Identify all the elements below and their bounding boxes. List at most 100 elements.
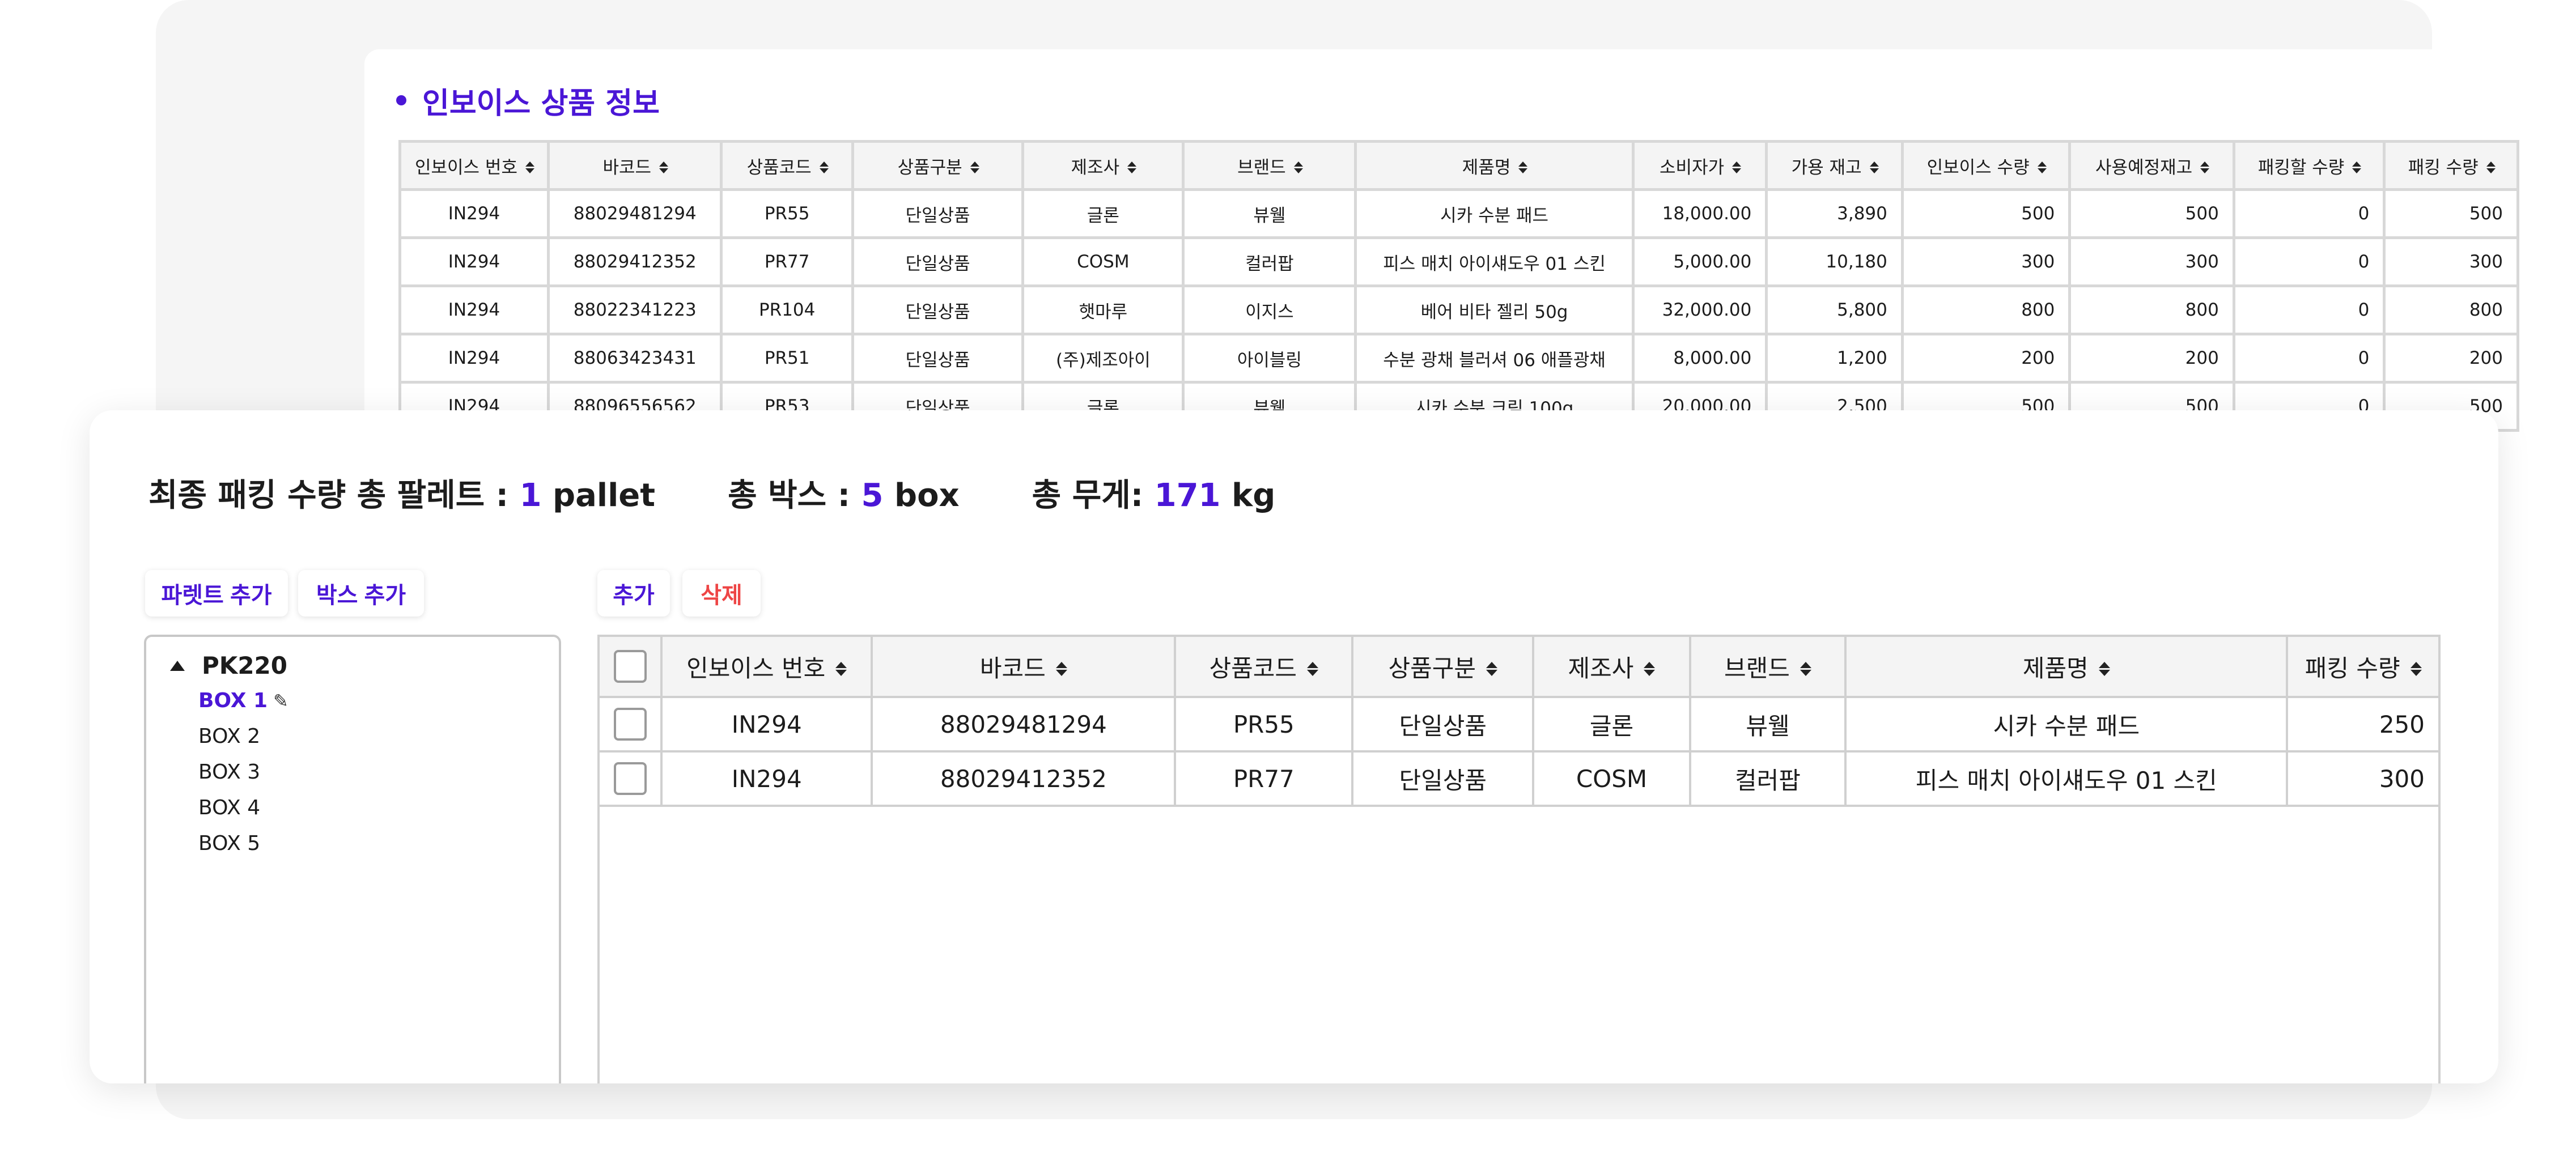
tree-item-box-1[interactable]: BOX 1 ✎ <box>198 689 288 712</box>
table-cell: 이지스 <box>1182 284 1357 335</box>
table-cell: 5,000.00 <box>1631 236 1768 287</box>
tree-root-pallet[interactable]: PK220 <box>170 652 287 679</box>
add-pallet-button[interactable]: 파렛트 추가 <box>145 570 288 617</box>
sort-icon[interactable] <box>1127 161 1135 173</box>
pencil-icon[interactable]: ✎ <box>273 690 288 712</box>
box-total: 총 박스 : 5 box <box>728 477 960 514</box>
col-planned-stock[interactable]: 사용예정재고 <box>2068 140 2235 191</box>
row-checkbox[interactable] <box>613 762 647 795</box>
sort-icon[interactable] <box>970 161 978 173</box>
col-barcode[interactable]: 바코드 <box>546 140 723 191</box>
sort-icon[interactable] <box>1870 161 1878 173</box>
invoice-title-text: 인보이스 상품 정보 <box>422 86 660 121</box>
sort-icon[interactable] <box>525 161 533 173</box>
col-invoice-no[interactable]: 인보이스 번호 <box>398 140 550 191</box>
row-checkbox[interactable] <box>613 708 647 741</box>
sort-icon[interactable] <box>2099 662 2110 676</box>
col-brand[interactable]: 브랜드 <box>1688 637 1847 698</box>
caret-up-icon[interactable] <box>170 660 185 671</box>
col-retail-price[interactable]: 소비자가 <box>1631 140 1768 191</box>
packing-table-header: 인보이스 번호 바코드 상품코드 상품구분 제조사 브랜드 제품명 패킹 수량 <box>600 637 2438 698</box>
col-product-name[interactable]: 제품명 <box>1844 637 2289 698</box>
table-cell: 베어 비타 젤리 50g <box>1354 284 1635 335</box>
table-cell: 88022341223 <box>546 284 723 335</box>
sort-icon[interactable] <box>1732 161 1740 173</box>
table-cell: PR55 <box>1174 696 1354 753</box>
tree-item-box-3[interactable]: BOX 3 <box>198 760 260 784</box>
col-manufacturer[interactable]: 제조사 <box>1532 637 1691 698</box>
sort-icon[interactable] <box>659 161 667 173</box>
col-product-type[interactable]: 상품구분 <box>1351 637 1535 698</box>
delete-item-button[interactable]: 삭제 <box>682 570 761 617</box>
col-packed-qty[interactable]: 패킹 수량 <box>2383 140 2519 191</box>
pallet-total: 최종 패킹 수량 총 팔레트 : 1 pallet <box>148 477 656 514</box>
invoice-table-header: 인보이스 번호 바코드 상품코드 상품구분 제조사 브랜드 제품명 소비자가 가… <box>398 140 2519 191</box>
sort-icon[interactable] <box>1056 662 1067 676</box>
col-product-type[interactable]: 상품구분 <box>851 140 1025 191</box>
col-barcode[interactable]: 바코드 <box>871 637 1177 698</box>
table-cell: COSM <box>1532 750 1691 807</box>
table-cell: 300 <box>2383 236 2519 287</box>
table-cell: 햇마루 <box>1021 284 1185 335</box>
sort-icon[interactable] <box>1800 662 1811 676</box>
table-cell: 500 <box>2383 188 2519 239</box>
table-cell: 단일상품 <box>851 333 1025 384</box>
col-manufacturer[interactable]: 제조사 <box>1021 140 1185 191</box>
sort-icon[interactable] <box>2352 161 2360 173</box>
packing-table-container: 인보이스 번호 바코드 상품코드 상품구분 제조사 브랜드 제품명 패킹 수량 … <box>597 635 2441 1083</box>
table-row[interactable]: IN294 88022341223 PR104 단일상품 햇마루 이지스 베어 비타 젤리 … <box>398 284 2519 335</box>
add-item-button[interactable]: 추가 <box>597 570 670 617</box>
add-box-button[interactable]: 박스 추가 <box>298 570 424 617</box>
table-cell: 200 <box>2383 333 2519 384</box>
tree-item-box-4[interactable]: BOX 4 <box>198 796 260 819</box>
table-cell: 250 <box>2286 696 2438 753</box>
col-to-pack-qty[interactable]: 패킹할 수량 <box>2232 140 2386 191</box>
tree-item-box-5[interactable]: BOX 5 <box>198 832 260 855</box>
sort-icon[interactable] <box>835 662 847 676</box>
sort-icon[interactable] <box>2411 662 2422 676</box>
table-cell: 500 <box>2068 188 2235 239</box>
sort-icon[interactable] <box>1518 161 1526 173</box>
table-row[interactable]: IN294 88029481294 PR55 단일상품 글론 뷰웰 시카 수분 패드 250 <box>600 696 2438 753</box>
table-row[interactable]: IN294 88063423431 PR51 단일상품 (주)제조아이 아이블링 수분 광채… <box>398 333 2519 384</box>
table-row[interactable]: IN294 88029412352 PR77 단일상품 COSM 컬러팝 피스 매치 아이섀… <box>600 750 2438 807</box>
col-packed-qty[interactable]: 패킹 수량 <box>2286 637 2438 698</box>
table-cell: 0 <box>2232 333 2386 384</box>
sort-icon[interactable] <box>820 161 827 173</box>
box-label: BOX 2 <box>198 725 261 748</box>
tree-item-box-2[interactable]: BOX 2 <box>198 725 260 748</box>
col-brand[interactable]: 브랜드 <box>1182 140 1357 191</box>
table-cell: 88029481294 <box>871 696 1177 753</box>
sort-icon[interactable] <box>1644 662 1655 676</box>
invoice-table: 인보이스 번호 바코드 상품코드 상품구분 제조사 브랜드 제품명 소비자가 가… <box>398 140 2519 432</box>
pallet-tree: PK220 BOX 1 ✎ BOX 2 BOX 3 BOX 4 BOX 5 <box>144 635 561 1083</box>
table-cell: 컬러팝 <box>1182 236 1357 287</box>
select-all-checkbox[interactable] <box>613 650 647 683</box>
sort-icon[interactable] <box>2200 161 2208 173</box>
sort-icon[interactable] <box>1307 662 1318 676</box>
sort-icon[interactable] <box>2038 161 2045 173</box>
table-row[interactable]: IN294 88029481294 PR55 단일상품 글론 뷰웰 시카 수분 패드 18,0… <box>398 188 2519 239</box>
col-available-stock[interactable]: 가용 재고 <box>1765 140 1904 191</box>
table-cell: 0 <box>2232 188 2386 239</box>
table-row[interactable]: IN294 88029412352 PR77 단일상품 COSM 컬러팝 피스 매치 아이섀… <box>398 236 2519 287</box>
col-product-name[interactable]: 제품명 <box>1354 140 1635 191</box>
table-cell: 88029412352 <box>546 236 723 287</box>
sort-icon[interactable] <box>2486 161 2494 173</box>
select-all-checkbox-cell[interactable] <box>600 637 663 698</box>
table-cell: PR77 <box>1174 750 1354 807</box>
table-cell: IN294 <box>660 696 873 753</box>
table-cell: IN294 <box>398 333 550 384</box>
sort-icon[interactable] <box>1486 662 1497 676</box>
col-product-code[interactable]: 상품코드 <box>720 140 854 191</box>
table-cell: 시카 수분 패드 <box>1354 188 1635 239</box>
col-product-code[interactable]: 상품코드 <box>1174 637 1354 698</box>
row-checkbox-cell[interactable] <box>600 696 663 753</box>
col-invoice-qty[interactable]: 인보이스 수량 <box>1900 140 2072 191</box>
table-cell: 단일상품 <box>1351 696 1535 753</box>
sort-icon[interactable] <box>1294 161 1302 173</box>
row-checkbox-cell[interactable] <box>600 750 663 807</box>
table-cell: 200 <box>2068 333 2235 384</box>
box-label: BOX 5 <box>198 832 261 855</box>
col-invoice-no[interactable]: 인보이스 번호 <box>660 637 873 698</box>
